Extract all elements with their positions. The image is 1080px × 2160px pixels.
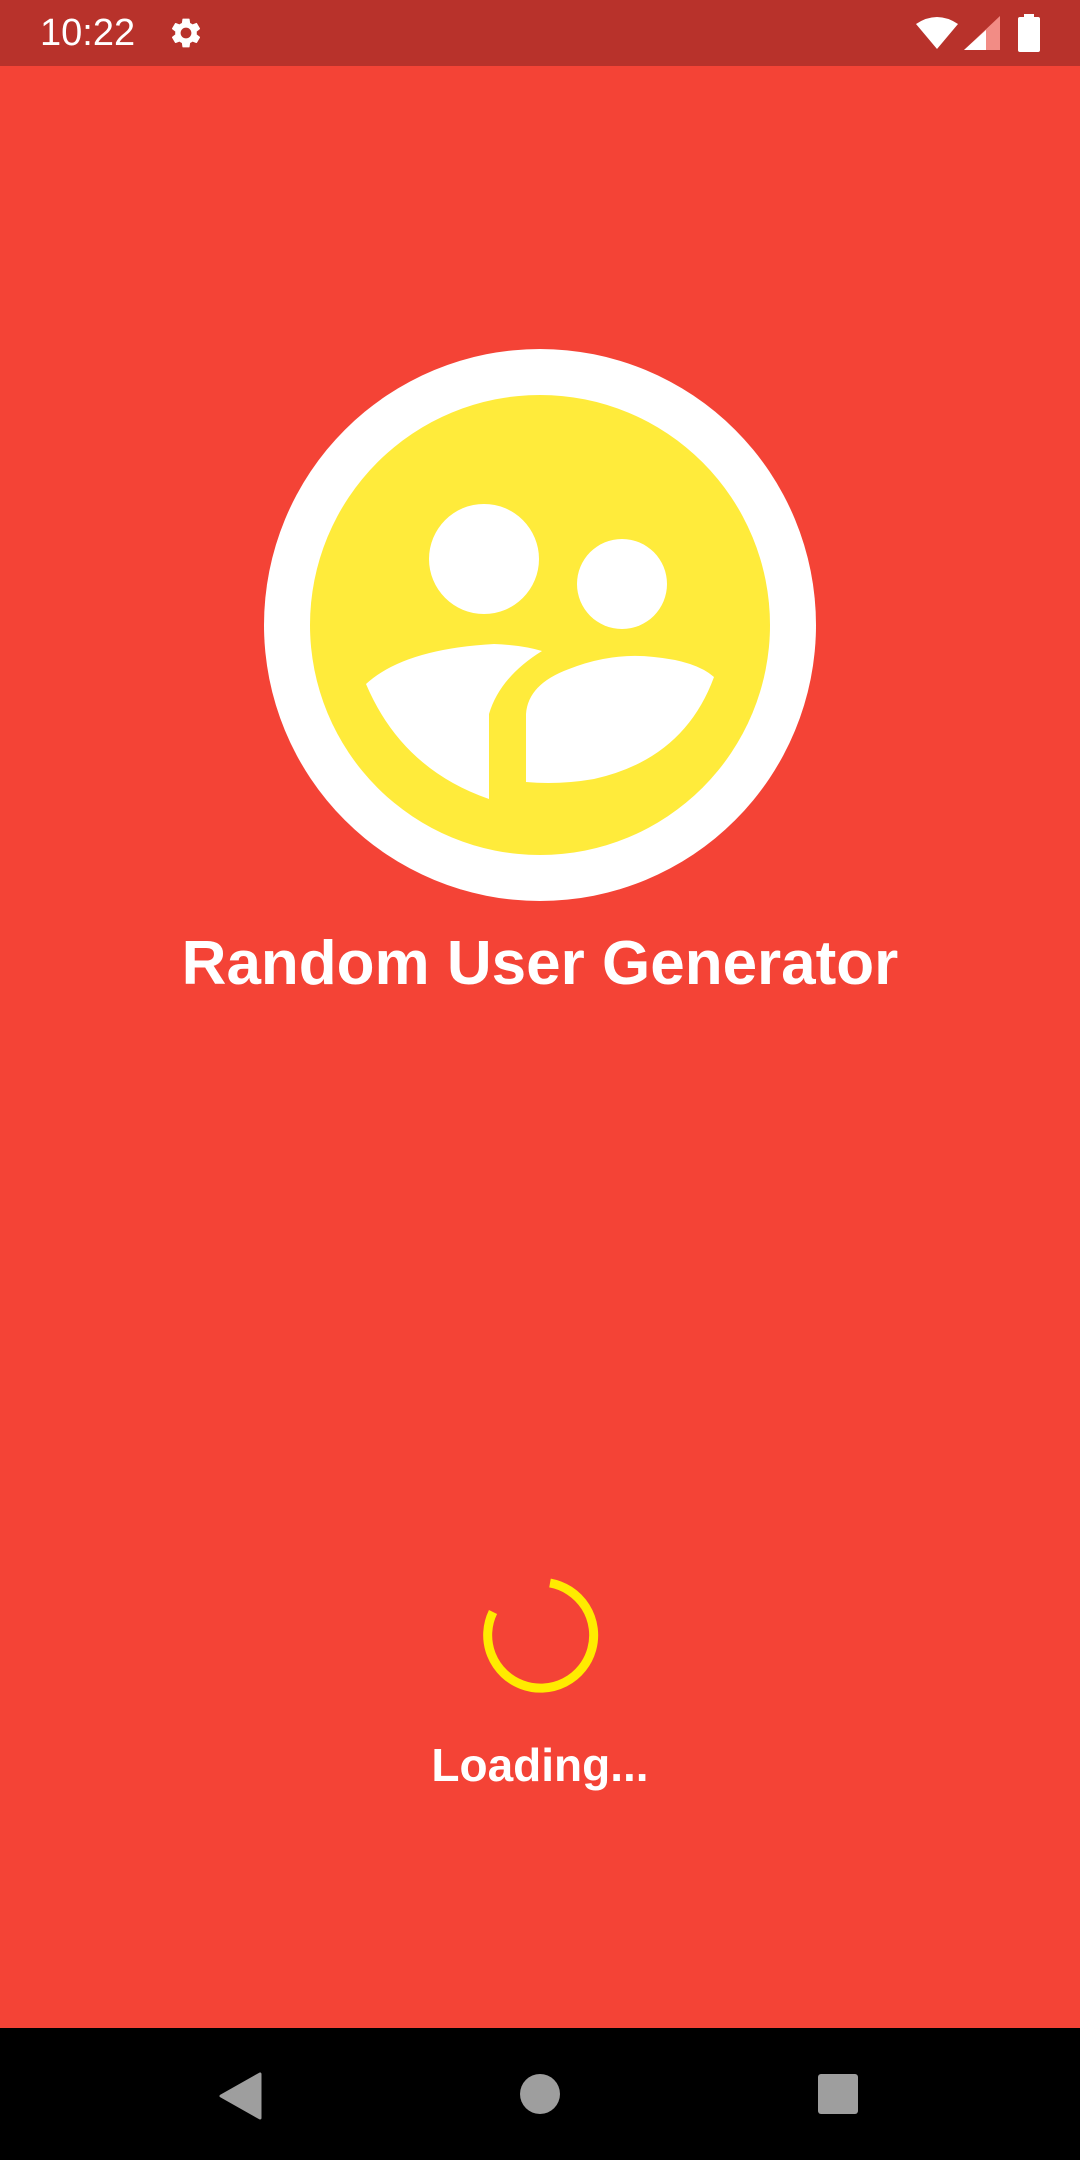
home-icon[interactable] — [520, 2074, 560, 2114]
splash-screen: Random User Generator Loading... — [0, 66, 1080, 2028]
recents-icon[interactable] — [818, 2074, 858, 2114]
gear-icon — [171, 18, 201, 48]
progress-spinner-icon — [483, 1578, 599, 1693]
back-icon[interactable] — [218, 2072, 262, 2120]
users-group-icon — [264, 349, 816, 901]
navigation-bar — [0, 2028, 1080, 2160]
status-time: 10:22 — [40, 12, 136, 54]
wifi-icon — [916, 17, 958, 49]
app-title: Random User Generator — [181, 929, 899, 998]
status-bar: 10:22 — [0, 0, 1080, 66]
battery-icon — [1018, 14, 1040, 52]
loading-text: Loading... — [431, 1739, 649, 1791]
signal-icon — [964, 16, 1000, 50]
